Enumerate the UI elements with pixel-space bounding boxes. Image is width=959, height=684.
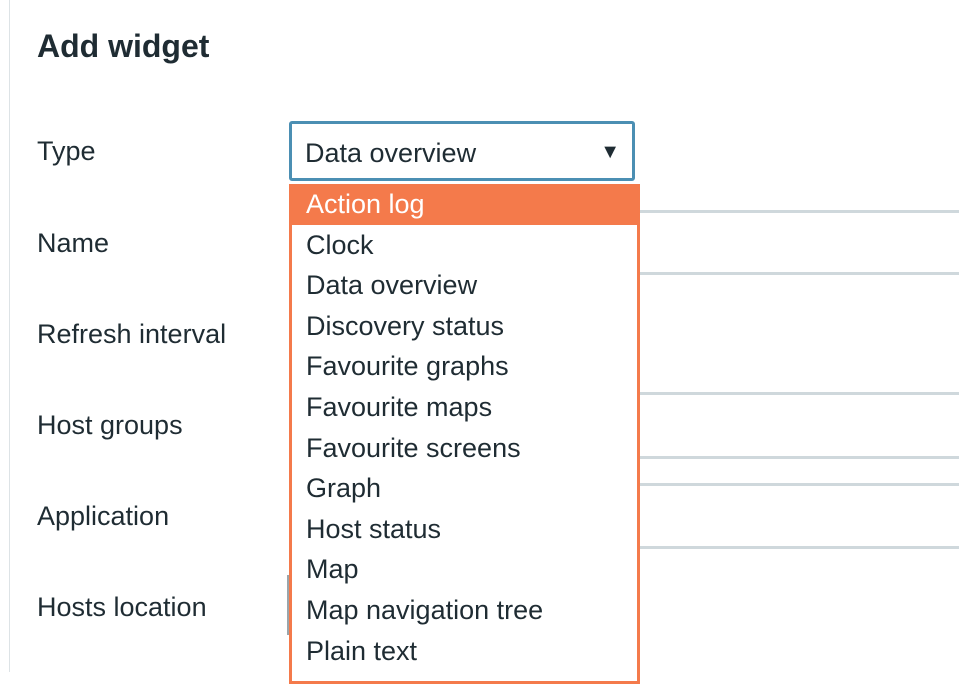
type-select-value: Data overview: [305, 138, 477, 168]
type-dropdown-list[interactable]: Action log Clock Data overview Discovery…: [289, 184, 640, 684]
type-label: Type: [37, 136, 96, 166]
option-action-log[interactable]: Action log: [292, 184, 637, 225]
host-groups-input[interactable]: [600, 392, 959, 395]
host-groups-input-bottom: [600, 456, 959, 459]
hosts-location-label: Hosts location: [37, 592, 207, 622]
option-favourite-graphs[interactable]: Favourite graphs: [292, 346, 637, 387]
dialog-title: Add widget: [37, 28, 210, 64]
caret-down-icon: ▼: [600, 141, 620, 163]
application-label: Application: [37, 501, 170, 531]
option-plain-text[interactable]: Plain text: [292, 631, 637, 672]
option-map-navigation-tree[interactable]: Map navigation tree: [292, 590, 637, 631]
host-groups-label: Host groups: [37, 410, 183, 440]
option-favourite-maps[interactable]: Favourite maps: [292, 387, 637, 428]
name-input[interactable]: [600, 210, 959, 213]
option-graph[interactable]: Graph: [292, 468, 637, 509]
dialog-left-border: [9, 0, 10, 672]
refresh-interval-label: Refresh interval: [37, 319, 227, 349]
application-input[interactable]: [600, 483, 959, 486]
name-label: Name: [37, 228, 110, 258]
option-data-overview[interactable]: Data overview: [292, 265, 637, 306]
option-discovery-status[interactable]: Discovery status: [292, 306, 637, 347]
option-map[interactable]: Map: [292, 549, 637, 590]
type-select[interactable]: Data overview ▼: [289, 121, 635, 181]
option-clock[interactable]: Clock: [292, 225, 637, 266]
name-input-bottom: [600, 272, 959, 275]
option-host-status[interactable]: Host status: [292, 509, 637, 550]
option-favourite-screens[interactable]: Favourite screens: [292, 428, 637, 469]
application-input-bottom: [600, 546, 959, 549]
